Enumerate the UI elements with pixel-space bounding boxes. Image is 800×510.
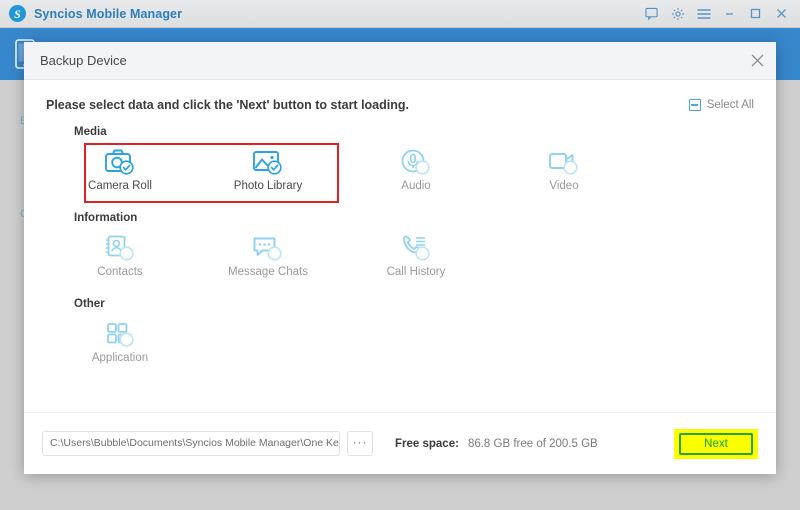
tile-audio[interactable]: Audio bbox=[342, 140, 490, 198]
tile-label: Application bbox=[91, 352, 149, 364]
titlebar-controls bbox=[644, 6, 800, 21]
minimize-icon[interactable] bbox=[722, 6, 737, 21]
select-all-label: Select All bbox=[706, 99, 754, 111]
tile-label: Call History bbox=[386, 266, 446, 278]
menu-icon[interactable] bbox=[696, 6, 711, 21]
message-chats-icon bbox=[251, 229, 285, 263]
section-other: Other Application bbox=[24, 298, 776, 370]
tile-message-chats[interactable]: Message Chats bbox=[194, 226, 342, 284]
contacts-icon bbox=[103, 229, 137, 263]
tile-label: Camera Roll bbox=[88, 180, 152, 192]
video-icon bbox=[547, 143, 581, 177]
app-title: Syncios Mobile Manager bbox=[34, 6, 183, 21]
photo-library-icon bbox=[251, 143, 285, 177]
section-title-media: Media bbox=[74, 126, 107, 138]
select-all-checkbox[interactable]: Select All bbox=[688, 99, 754, 111]
instruction-row: Please select data and click the 'Next' … bbox=[24, 80, 776, 112]
app-logo: S bbox=[9, 5, 26, 22]
free-space-label: Free space: bbox=[395, 437, 459, 450]
tile-application[interactable]: Application bbox=[46, 312, 194, 370]
call-history-icon bbox=[399, 229, 433, 263]
backup-path-input[interactable]: C:\Users\Bubble\Documents\Syncios Mobile… bbox=[42, 431, 340, 456]
logo-letter: S bbox=[14, 6, 21, 21]
section-title-information: Information bbox=[74, 212, 138, 224]
close-icon[interactable] bbox=[774, 6, 789, 21]
tile-camera-roll[interactable]: Camera Roll bbox=[46, 140, 194, 198]
next-button[interactable]: Next bbox=[679, 432, 753, 455]
syncios-logo-icon: S bbox=[9, 5, 26, 22]
section-media: Media Camera Roll Photo Library Audio Vi… bbox=[24, 126, 776, 203]
free-space-value: 86.8 GB free of 200.5 GB bbox=[467, 437, 598, 450]
dialog-title: Backup Device bbox=[40, 53, 127, 68]
tile-row-other: Application bbox=[46, 312, 754, 370]
feedback-icon[interactable] bbox=[644, 6, 659, 21]
gear-icon[interactable] bbox=[670, 6, 685, 21]
dialog-footer: C:\Users\Bubble\Documents\Syncios Mobile… bbox=[24, 412, 776, 474]
audio-icon bbox=[399, 143, 433, 177]
instruction-text: Please select data and click the 'Next' … bbox=[46, 98, 409, 112]
tile-row-media: Camera Roll Photo Library Audio Video bbox=[46, 140, 754, 203]
dialog-header: Backup Device bbox=[24, 42, 776, 80]
camera-roll-icon bbox=[103, 143, 137, 177]
tile-contacts[interactable]: Contacts bbox=[46, 226, 194, 284]
tile-row-information: Contacts Message Chats Call History bbox=[46, 226, 754, 284]
select-all-box-icon bbox=[688, 99, 701, 111]
tile-video[interactable]: Video bbox=[490, 140, 638, 198]
tile-label: Contacts bbox=[97, 266, 143, 278]
maximize-icon[interactable] bbox=[748, 6, 763, 21]
tile-label: Video bbox=[549, 180, 579, 192]
tile-label: Message Chats bbox=[228, 266, 308, 278]
app-titlebar: S Syncios Mobile Manager bbox=[0, 0, 800, 28]
browse-button[interactable]: ··· bbox=[347, 431, 373, 456]
section-information: Information Contacts Message Chats Call … bbox=[24, 212, 776, 284]
application-icon bbox=[103, 315, 137, 349]
dialog-close-icon[interactable] bbox=[738, 42, 776, 80]
section-title-other: Other bbox=[74, 298, 105, 310]
tile-photo-library[interactable]: Photo Library bbox=[194, 140, 342, 198]
backup-device-dialog: Backup Device Please select data and cli… bbox=[24, 42, 776, 474]
tile-label: Audio bbox=[401, 180, 431, 192]
app-window: S Syncios Mobile Manager Backup Device P… bbox=[0, 0, 800, 510]
tile-label: Photo Library bbox=[233, 180, 303, 192]
next-button-highlight: Next bbox=[674, 428, 758, 459]
tile-call-history[interactable]: Call History bbox=[342, 226, 490, 284]
